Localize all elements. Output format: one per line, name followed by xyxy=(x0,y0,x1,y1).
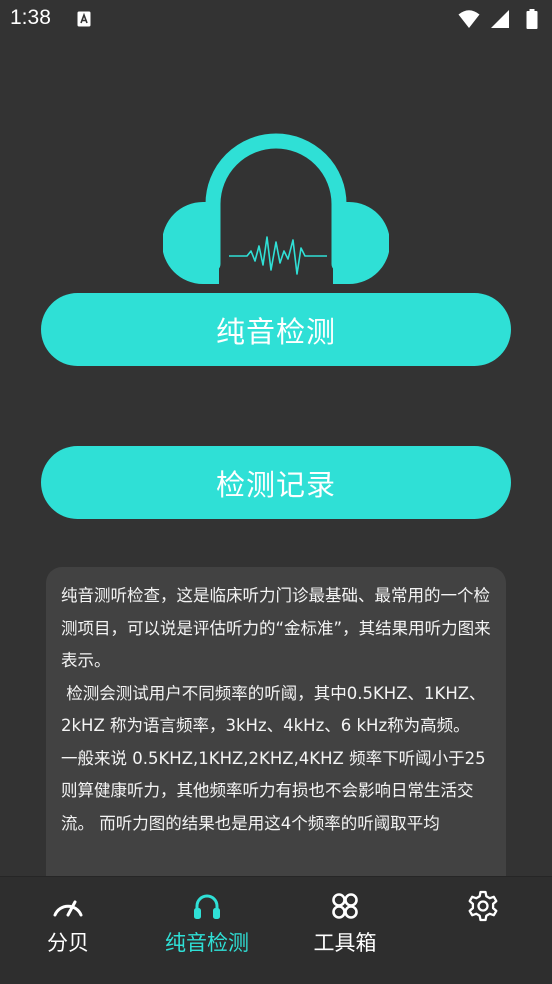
test-records-label: 检测记录 xyxy=(215,467,336,502)
headphones-waveform-icon xyxy=(163,133,389,284)
nav-label-decibel: 分贝 xyxy=(47,931,89,955)
headphones-icon xyxy=(194,894,220,919)
nav-item-toolbox[interactable]: 工具箱 xyxy=(285,877,405,957)
bottom-nav: 分贝 纯音检测 工具箱 xyxy=(0,876,552,984)
nav-label-toolbox: 工具箱 xyxy=(313,931,377,955)
description-card[interactable]: 纯音测听检查，这是临床听力门诊最基础、最常用的一个检测项目，可以说是评估听力的“… xyxy=(46,567,506,907)
gauge-icon xyxy=(53,900,83,917)
signal-icon xyxy=(491,10,509,28)
grid-icon xyxy=(332,893,358,919)
test-records-button[interactable]: 检测记录 xyxy=(41,446,511,519)
nav-label-pure-tone: 纯音检测 xyxy=(165,931,249,955)
status-time: 1:38 xyxy=(10,6,51,29)
wifi-icon xyxy=(458,10,480,28)
nav-item-decibel[interactable]: 分贝 xyxy=(8,877,128,957)
gear-icon xyxy=(468,890,498,922)
pure-tone-test-label: 纯音检测 xyxy=(215,314,336,349)
nav-item-pure-tone[interactable]: 纯音检测 xyxy=(147,877,267,957)
pure-tone-test-button[interactable]: 纯音检测 xyxy=(41,293,511,366)
status-bar: 1:38 xyxy=(0,0,552,40)
a-notification-icon xyxy=(77,11,91,27)
nav-item-settings[interactable] xyxy=(423,877,543,957)
description-text: 纯音测听检查，这是临床听力门诊最基础、最常用的一个检测项目，可以说是评估听力的“… xyxy=(61,586,491,833)
battery-icon xyxy=(526,9,538,29)
